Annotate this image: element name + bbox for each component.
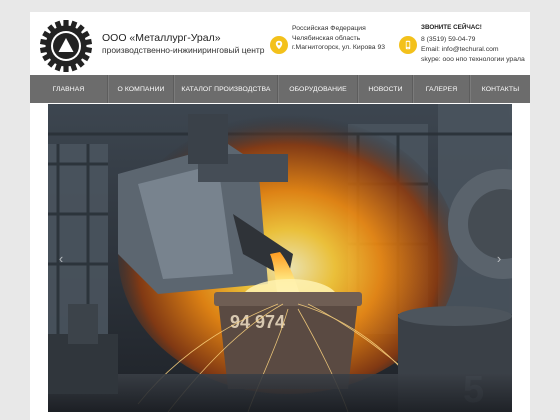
- address-street: г.Магнитогорск, ул. Кирова 93: [292, 44, 386, 52]
- address-country: Российская Федерация: [292, 25, 366, 32]
- nav-item-catalog[interactable]: КАТАЛОГ ПРОИЗВОДСТВА: [174, 75, 278, 103]
- mobile-phone-icon: [399, 36, 417, 54]
- nav-item-home[interactable]: ГЛАВНАЯ: [30, 75, 108, 103]
- gear-logo-icon: [39, 20, 93, 72]
- location-pin-icon: [270, 36, 288, 54]
- main-nav: ГЛАВНАЯ О КОМПАНИИ КАТАЛОГ ПРОИЗВОДСТВА …: [30, 75, 530, 103]
- contacts-block: ЗВОНИТЕ СЕЙЧАС! 8 (3519) 59-04-79 Email:…: [421, 23, 525, 65]
- call-now-label: ЗВОНИТЕ СЕЙЧАС!: [421, 24, 482, 31]
- nav-item-news[interactable]: НОВОСТИ: [358, 75, 413, 103]
- phone-number[interactable]: 8 (3519) 59-04-79: [421, 35, 525, 45]
- steel-pouring-foundry-photo: 94 974 5: [48, 104, 512, 412]
- company-name: ООО «Металлург-Урал»: [102, 32, 221, 44]
- skype-contact[interactable]: skype: ооо нпо технологии урала: [421, 55, 525, 65]
- address-block: Российская Федерация Челябинская область…: [292, 24, 385, 53]
- address-region: Челябинская область: [292, 34, 361, 42]
- chevron-right-icon[interactable]: ›: [492, 252, 506, 266]
- company-logo[interactable]: [39, 20, 93, 72]
- email-link[interactable]: Email: info@techural.com: [421, 45, 525, 55]
- page: ООО «Металлург-Урал» производственно-инж…: [30, 12, 530, 420]
- company-title-block: ООО «Металлург-Урал» производственно-инж…: [102, 32, 265, 56]
- chevron-left-icon[interactable]: ‹: [54, 252, 68, 266]
- nav-item-equipment[interactable]: ОБОРУДОВАНИЕ: [278, 75, 358, 103]
- nav-item-contacts[interactable]: КОНТАКТЫ: [470, 75, 530, 103]
- nav-item-about[interactable]: О КОМПАНИИ: [108, 75, 174, 103]
- hero-slider[interactable]: 94 974 5 ‹: [48, 104, 512, 412]
- company-subtitle: производственно-инжиниринговый центр: [102, 45, 265, 55]
- nav-item-gallery[interactable]: ГАЛЕРЕЯ: [413, 75, 470, 103]
